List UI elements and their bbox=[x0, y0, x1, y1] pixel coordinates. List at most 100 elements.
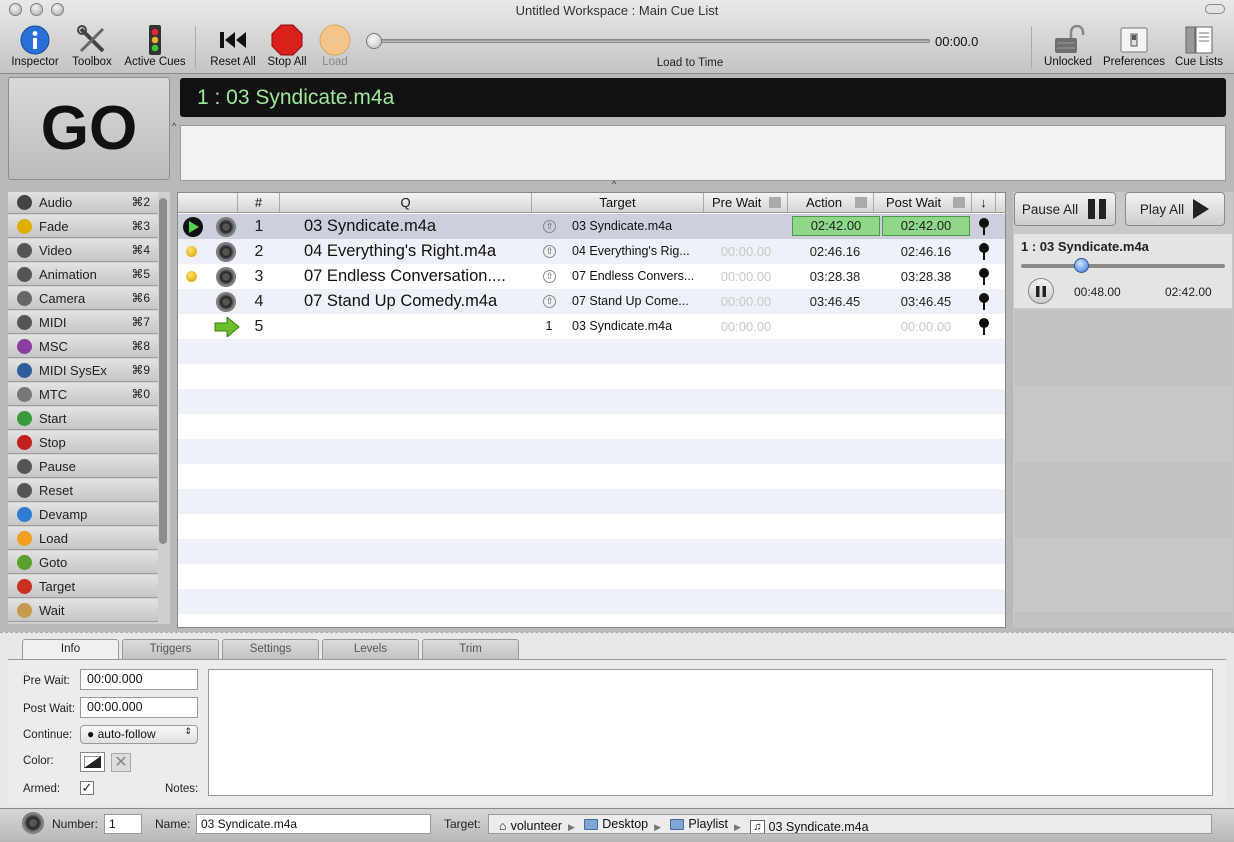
number-field[interactable]: 1 bbox=[104, 814, 142, 834]
pre-wait-column-header[interactable]: Pre Wait bbox=[704, 193, 788, 212]
cue-number[interactable]: 2 bbox=[238, 239, 280, 264]
cue-notes-display[interactable] bbox=[180, 125, 1226, 181]
toolbox-item-start[interactable]: Start bbox=[8, 407, 158, 430]
cue-pre-wait[interactable]: 00:00.00 bbox=[704, 289, 788, 314]
cue-number[interactable]: 4 bbox=[238, 289, 280, 314]
toolbox-item-target[interactable]: Target bbox=[8, 575, 158, 598]
clear-color-button[interactable]: ✕ bbox=[111, 753, 131, 772]
post-wait-column-header[interactable]: Post Wait bbox=[874, 193, 972, 212]
active-cue-pause-button[interactable] bbox=[1028, 278, 1054, 304]
toolbox-item-midi[interactable]: MIDI ⌘7 bbox=[8, 311, 158, 334]
tab-info[interactable]: Info bbox=[22, 639, 119, 659]
toolbar-toggle-button[interactable] bbox=[1205, 4, 1225, 14]
tab-trim[interactable]: Trim bbox=[422, 639, 519, 659]
toolbox-item-animation[interactable]: Animation ⌘5 bbox=[8, 263, 158, 286]
toolbox-item-midi-sysex[interactable]: MIDI SysEx ⌘9 bbox=[8, 359, 158, 382]
load-to-time-slider-knob[interactable] bbox=[366, 33, 382, 49]
active-cues-button[interactable]: Active Cues bbox=[122, 24, 188, 72]
action-column-header[interactable]: Action bbox=[788, 193, 874, 212]
toolbox-item-msc[interactable]: MSC ⌘8 bbox=[8, 335, 158, 358]
cue-action-time[interactable]: 02:46.16 bbox=[788, 239, 882, 264]
collapse-notes-caret-icon[interactable]: ^ bbox=[172, 121, 176, 131]
active-cue-progress-knob[interactable] bbox=[1074, 258, 1090, 273]
stop-all-button[interactable]: Stop All bbox=[262, 24, 312, 72]
cue-row[interactable]: 1 03 Syndicate.m4a ⇧ 03 Syndicate.m4a 02:42.… bbox=[178, 214, 1005, 239]
cue-number[interactable]: 5 bbox=[238, 314, 280, 339]
tab-levels[interactable]: Levels bbox=[322, 639, 419, 659]
cue-target[interactable]: 03 Syndicate.m4a bbox=[572, 314, 700, 339]
cue-pre-wait[interactable]: 00:00.00 bbox=[704, 264, 788, 289]
cue-name[interactable]: 07 Stand Up Comedy.m4a bbox=[304, 289, 518, 314]
color-well[interactable] bbox=[80, 752, 105, 772]
active-cue-item[interactable]: 1 : 03 Syndicate.m4a 00:48.00 02:42.00 bbox=[1014, 234, 1232, 308]
cue-name[interactable]: 04 Everything's Right.m4a bbox=[304, 239, 518, 264]
cue-post-wait[interactable]: 02:42.00 bbox=[882, 216, 970, 236]
toolbox-item-devamp[interactable]: Devamp bbox=[8, 503, 158, 526]
toolbox-item-reset[interactable]: Reset bbox=[8, 479, 158, 502]
continue-column-header[interactable]: ↓ bbox=[972, 193, 996, 212]
cue-target[interactable]: 03 Syndicate.m4a bbox=[572, 214, 700, 239]
cue-pre-wait[interactable] bbox=[704, 214, 788, 239]
cue-row[interactable]: 2 04 Everything's Right.m4a ⇧ 04 Everything… bbox=[178, 239, 1005, 264]
path-file[interactable]: ♫ 03 Syndicate.m4a bbox=[750, 819, 869, 833]
target-column-header[interactable]: Target bbox=[532, 193, 704, 212]
auto-continue-icon[interactable] bbox=[979, 293, 989, 310]
auto-continue-icon[interactable] bbox=[979, 218, 989, 235]
toolbox-item-fade[interactable]: Fade ⌘3 bbox=[8, 215, 158, 238]
number-column-header[interactable]: # bbox=[238, 193, 280, 212]
toolbox-button[interactable]: Toolbox bbox=[66, 24, 118, 72]
cue-post-wait[interactable]: 03:46.45 bbox=[878, 289, 974, 314]
auto-continue-icon[interactable] bbox=[979, 243, 989, 260]
cue-name[interactable] bbox=[304, 314, 518, 339]
cue-action-time[interactable] bbox=[788, 314, 882, 339]
cue-lists-button[interactable]: Cue Lists bbox=[1172, 24, 1226, 72]
cue-post-wait[interactable]: 02:46.16 bbox=[878, 239, 974, 264]
tab-triggers[interactable]: Triggers bbox=[122, 639, 219, 659]
cue-action-time[interactable]: 02:42.00 bbox=[792, 216, 880, 236]
inspector-button[interactable]: Inspector bbox=[6, 24, 64, 72]
active-cue-progress-track[interactable] bbox=[1021, 264, 1225, 268]
auto-continue-icon[interactable] bbox=[979, 318, 989, 335]
cue-number[interactable]: 3 bbox=[238, 264, 280, 289]
toolbox-item-audio[interactable]: Audio ⌘2 bbox=[8, 192, 158, 214]
cue-row[interactable]: 5 1 03 Syndicate.m4a 00:00.00 00:00.00 bbox=[178, 314, 1005, 339]
preferences-button[interactable]: Preferences bbox=[1100, 24, 1168, 72]
cue-row[interactable]: 4 07 Stand Up Comedy.m4a ⇧ 07 Stand Up Come… bbox=[178, 289, 1005, 314]
cue-name[interactable]: 07 Endless Conversation.... bbox=[304, 264, 518, 289]
toolbox-scrollbar[interactable] bbox=[159, 198, 167, 544]
cue-row[interactable]: 3 07 Endless Conversation.... ⇧ 07 Endless … bbox=[178, 264, 1005, 289]
continue-select[interactable]: ● auto-follow ⇕ bbox=[80, 725, 198, 744]
tab-settings[interactable]: Settings bbox=[222, 639, 319, 659]
status-column-header[interactable] bbox=[178, 193, 238, 212]
cue-pre-wait[interactable]: 00:00.00 bbox=[704, 314, 788, 339]
load-to-time-slider[interactable] bbox=[372, 39, 930, 43]
toolbox-item-wait[interactable]: Wait bbox=[8, 599, 158, 622]
cue-target[interactable]: 07 Endless Convers... bbox=[572, 264, 700, 289]
target-path-control[interactable]: ⌂ volunteer ▶ Desktop ▶ Playlist ▶ ♫ 03 Syndi… bbox=[488, 814, 1212, 834]
cue-post-wait[interactable]: 03:28.38 bbox=[878, 264, 974, 289]
auto-continue-icon[interactable] bbox=[979, 268, 989, 285]
notes-textarea[interactable] bbox=[208, 669, 1213, 796]
lock-button[interactable]: Unlocked bbox=[1040, 24, 1096, 72]
pre-wait-toggle-icon[interactable] bbox=[769, 197, 781, 208]
path-home[interactable]: ⌂ volunteer bbox=[499, 819, 562, 833]
pause-all-button[interactable]: Pause All bbox=[1014, 192, 1116, 226]
cue-target[interactable]: 07 Stand Up Come... bbox=[572, 289, 700, 314]
toolbox-item-pause[interactable]: Pause bbox=[8, 455, 158, 478]
splitter-caret-icon[interactable]: ^ bbox=[612, 179, 616, 189]
toolbox-item-camera[interactable]: Camera ⌘6 bbox=[8, 287, 158, 310]
go-button[interactable]: GO bbox=[8, 77, 170, 180]
q-column-header[interactable]: Q bbox=[280, 193, 532, 212]
cue-target[interactable]: 04 Everything's Rig... bbox=[572, 239, 700, 264]
cue-action-time[interactable]: 03:46.45 bbox=[788, 289, 882, 314]
cue-pre-wait[interactable]: 00:00.00 bbox=[704, 239, 788, 264]
armed-checkbox[interactable]: ✓ bbox=[80, 781, 94, 795]
cue-name[interactable]: 03 Syndicate.m4a bbox=[304, 214, 518, 239]
toolbox-item-video[interactable]: Video ⌘4 bbox=[8, 239, 158, 262]
post-wait-field[interactable]: 00:00.000 bbox=[80, 697, 198, 718]
reset-all-button[interactable]: Reset All bbox=[206, 24, 260, 72]
cue-action-time[interactable]: 03:28.38 bbox=[788, 264, 882, 289]
toolbox-item-goto[interactable]: Goto bbox=[8, 551, 158, 574]
path-desktop[interactable]: Desktop bbox=[584, 817, 648, 831]
toolbox-item-load[interactable]: Load bbox=[8, 527, 158, 550]
